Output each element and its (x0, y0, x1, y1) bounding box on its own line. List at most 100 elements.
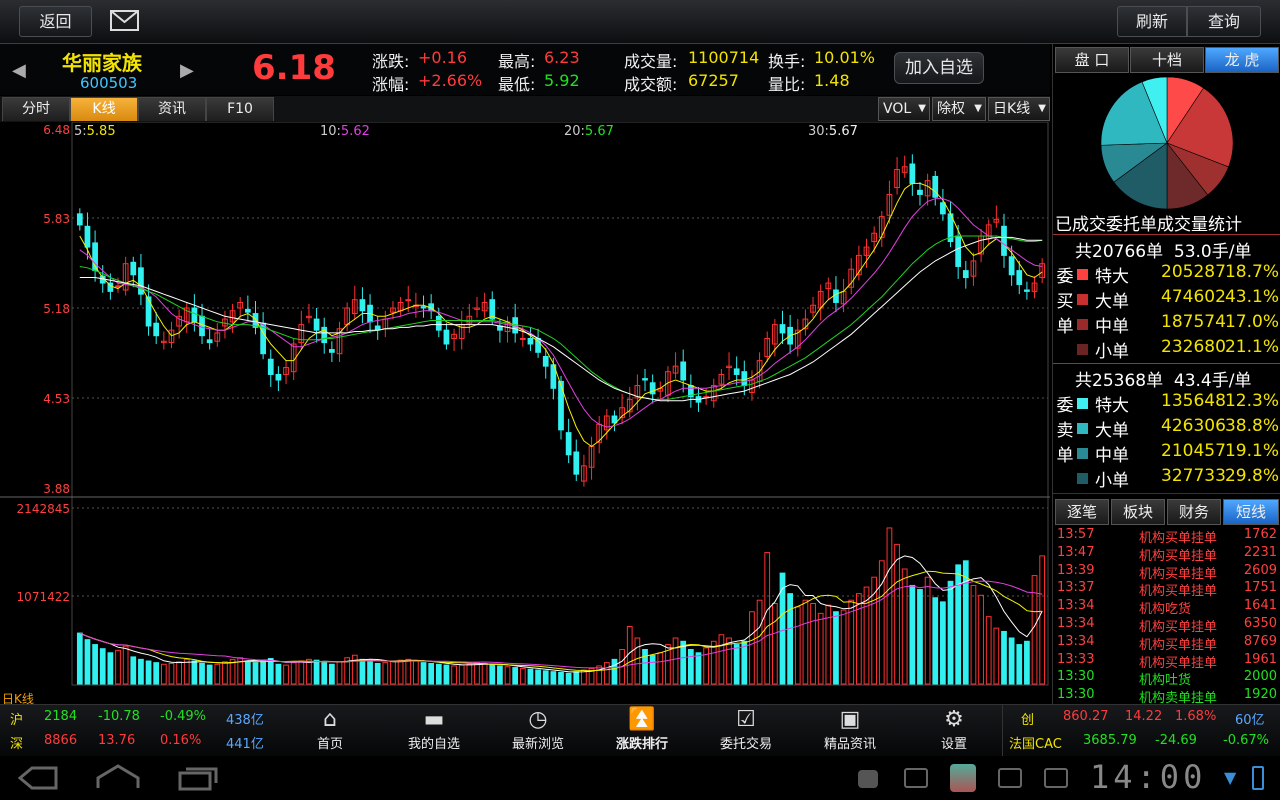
order-size-label: 特大 (1095, 267, 1129, 287)
volume-bar (1024, 640, 1030, 685)
candle-body (955, 235, 962, 267)
candle-body (115, 285, 121, 288)
refresh-button[interactable]: 刷新 (1117, 6, 1187, 37)
tab-timeshare[interactable]: 分时 (2, 97, 70, 121)
candle-body (917, 189, 923, 195)
home-nav-icon[interactable] (96, 764, 140, 794)
volume-bar (565, 672, 572, 685)
short-term-feed[interactable]: 13:57 机构买单挂单 1762 13:47 机构买单挂单 2231 13:39 … (1053, 527, 1280, 706)
candle-body (130, 261, 137, 276)
feed-row[interactable]: 13:57 机构买单挂单 1762 (1053, 527, 1280, 546)
recent-apps-icon[interactable] (178, 765, 218, 795)
sh-change: -10.78 (98, 709, 140, 724)
tab-ten-levels[interactable]: 十档 (1130, 47, 1204, 73)
period-dropdown[interactable]: 日K线 ▼ (988, 97, 1050, 121)
volume-bar (474, 662, 480, 685)
feed-row[interactable]: 13:34 机构买单挂单 6350 (1053, 616, 1280, 635)
volume-bar (917, 589, 923, 685)
prev-stock-icon[interactable]: ◀ (12, 60, 26, 81)
volume-bar (955, 564, 962, 685)
volume-bar (252, 662, 259, 685)
feed-row[interactable]: 13:47 机构买单挂单 2231 (1053, 544, 1280, 564)
candle-body (779, 324, 786, 334)
volume-bar (390, 660, 396, 685)
volume-bar (802, 599, 809, 685)
feed-time: 13:30 (1057, 669, 1095, 685)
tab-sector[interactable]: 板块 (1111, 499, 1165, 525)
kline-chart-area[interactable]: 6.48 5.83 5.18 4.53 3.88 2142845 1071422 5:5.8… (0, 121, 1050, 706)
amount-label: 成交额: (624, 75, 678, 94)
nav-folder[interactable]: ▬ 我的自选 (384, 707, 484, 755)
chevron-down-icon: ▼ (974, 103, 982, 114)
candle-body (558, 380, 564, 431)
feed-row[interactable]: 13:30 机构卖单挂单 1920 (1053, 687, 1280, 706)
nav-double-up[interactable]: ⏫ 涨跌排行 (592, 707, 692, 755)
tab-finance[interactable]: 财务 (1167, 499, 1221, 525)
nav-check[interactable]: ☑ 委托交易 (696, 707, 796, 755)
volume-bar (214, 663, 221, 685)
nav-clock[interactable]: ◷ 最新浏览 (488, 707, 588, 755)
indicator-dropdown[interactable]: VOL ▼ (878, 97, 930, 121)
adjust-dropdown[interactable]: 除权 ▼ (932, 97, 986, 121)
kline-chart[interactable]: 6.48 5.83 5.18 4.53 3.88 2142845 1071422 (0, 121, 1050, 704)
volume-bar (160, 663, 167, 685)
ma30-legend: 30:5.67 (808, 124, 858, 139)
quote-header: ◀ 华丽家族 600503 ▶ 6.18 涨跌: +0.16 涨幅: +2.66… (0, 44, 1050, 95)
next-stock-icon[interactable]: ▶ (180, 60, 194, 81)
feed-row[interactable]: 13:37 机构买单挂单 1751 (1053, 580, 1280, 599)
tab-short-term[interactable]: 短线 (1223, 499, 1279, 525)
candle-body (642, 378, 648, 381)
sh-label: 沪 (10, 713, 24, 728)
back-nav-icon[interactable] (17, 766, 58, 794)
candle-body (275, 373, 282, 381)
nav-new[interactable]: ▣ 精品资讯 (800, 707, 900, 755)
add-watchlist-button[interactable]: 加入自选 (894, 52, 984, 84)
tab-dragon-tiger[interactable]: 龙 虎 (1205, 47, 1279, 73)
tab-kline[interactable]: K线 (70, 97, 138, 121)
volume-bar (1008, 637, 1015, 685)
order-volume: 232680 (1161, 337, 1226, 357)
cy-amount: 60亿 (1235, 713, 1265, 728)
volume-tick-label: 1071422 (17, 590, 70, 604)
feed-volume: 2609 (1243, 562, 1277, 578)
tab-tick-by-tick[interactable]: 逐笔 (1055, 499, 1109, 525)
query-button[interactable]: 查询 (1187, 6, 1261, 37)
legend-swatch (1077, 398, 1088, 409)
feed-row[interactable]: 13:33 机构买单挂单 1961 (1053, 652, 1280, 671)
volume-bar (145, 660, 152, 685)
right-panel: 盘 口 十档 龙 虎 已成交委托单成交量统计 委买单 共20766单 53.0手… (1052, 44, 1280, 706)
order-size-label: 中单 (1095, 446, 1129, 466)
volume-bar (787, 593, 794, 685)
order-pct: 19.1% (1224, 441, 1279, 461)
feed-time: 13:39 (1057, 562, 1095, 578)
legend-swatch (1077, 319, 1088, 330)
candle-body (405, 299, 412, 302)
candle-body (420, 306, 427, 309)
volume-bar (199, 662, 205, 685)
volume-bar (840, 609, 847, 685)
feed-row[interactable]: 13:34 机构买单挂单 8769 (1053, 634, 1280, 653)
tab-orderbook[interactable]: 盘 口 (1055, 47, 1129, 73)
volume-bar (451, 665, 457, 685)
tab-f10[interactable]: F10 (206, 97, 274, 121)
volume-bar (856, 593, 862, 685)
back-button[interactable]: 返回 (19, 6, 92, 37)
volume-tick-label: 2142845 (17, 502, 70, 516)
volume-bar (771, 603, 778, 685)
volume-bar (512, 667, 519, 685)
feed-row[interactable]: 13:34 机构吃货 1641 (1053, 598, 1280, 617)
feed-time: 13:47 (1057, 544, 1095, 560)
gear-icon: ⚙ (944, 707, 964, 732)
ma10-legend: 10:5.62 (320, 124, 370, 139)
tab-news[interactable]: 资讯 (138, 97, 206, 121)
volume-value: 1100714 (688, 48, 760, 67)
mail-icon[interactable] (110, 10, 139, 31)
feed-time: 13:34 (1057, 598, 1095, 614)
volume-bar (191, 660, 198, 685)
feed-row[interactable]: 13:30 机构吐货 2000 (1053, 669, 1280, 688)
nav-home[interactable]: ⌂ 首页 (280, 707, 380, 755)
nav-gear[interactable]: ⚙ 设置 (904, 707, 1004, 755)
volume-bar (687, 649, 694, 685)
cy-label: 创 (1021, 713, 1035, 728)
feed-row[interactable]: 13:39 机构买单挂单 2609 (1053, 562, 1280, 582)
